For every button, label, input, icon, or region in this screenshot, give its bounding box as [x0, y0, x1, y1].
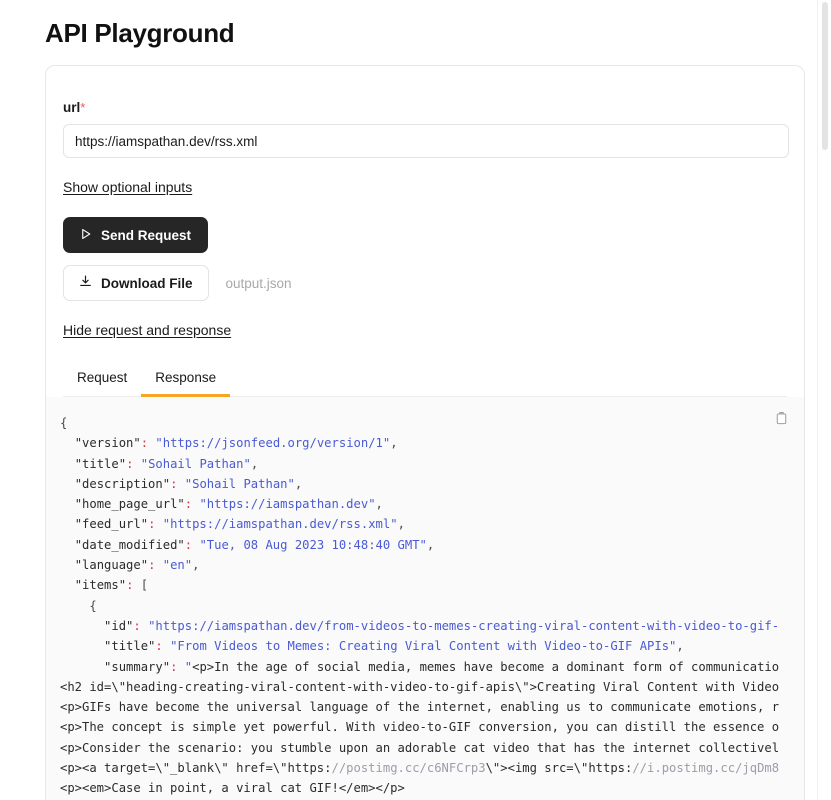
code-token-colon: : [133, 618, 141, 633]
playground-card: url* Show optional inputs Send Request [45, 65, 805, 800]
code-token-punct: , [250, 456, 259, 471]
play-triangle-icon [80, 228, 92, 243]
code-token-str: "Sohail Pathan" [184, 476, 295, 491]
code-token-punct: , [676, 639, 684, 654]
code-token-colon: : [140, 436, 149, 451]
code-token-key: "summary" [104, 659, 171, 674]
code-token-plain: <p>Consider the scenario: you stumble up… [60, 740, 780, 755]
code-token-colon: : [184, 497, 193, 512]
hide-request-response-link[interactable]: Hide request and response [63, 322, 231, 338]
code-token-punct: { [60, 416, 68, 430]
response-json-code: { "version": "https://jsonfeed.org/versi… [46, 397, 804, 800]
code-token-str: "https://jsonfeed.org/version/1" [155, 436, 391, 451]
code-token-punct: { [60, 598, 97, 613]
download-file-label: Download File [101, 275, 193, 291]
code-token-url: //postimg.cc/c6NFCrp3 [331, 761, 486, 776]
code-token-plain: <p><em>Case in point, a viral cat GIF!</… [60, 781, 405, 796]
code-token-plain: <p>In the age of social media, memes hav… [192, 659, 780, 674]
code-token-str: "Sohail Pathan" [140, 456, 251, 471]
code-token-punct: , [397, 517, 405, 532]
code-token-key: "id" [104, 618, 134, 633]
url-input[interactable] [63, 124, 789, 158]
code-token-punct: [ [140, 578, 149, 593]
code-token-plain: <p>GIFs have become the universal langua… [60, 700, 780, 715]
response-code-panel[interactable]: { "version": "https://jsonfeed.org/versi… [46, 397, 804, 800]
download-file-button[interactable]: Download File [63, 265, 209, 301]
download-icon [79, 275, 92, 291]
code-token-key: "title" [104, 639, 156, 654]
code-token-key: "items" [74, 578, 127, 593]
request-response-tabs: Request Response [63, 362, 787, 397]
code-token-str: "https://iamspathan.dev/rss.xml" [162, 517, 398, 532]
code-token-key: "home_page_url" [74, 497, 185, 512]
tab-response[interactable]: Response [141, 362, 231, 397]
send-request-label: Send Request [101, 227, 192, 243]
code-token-url: //i.postimg.cc/jqDm8 [632, 761, 780, 776]
code-token-plain: <h2 id=\"heading-creating-viral-content-… [60, 679, 780, 694]
code-token-punct: , [375, 497, 383, 512]
show-optional-inputs-link[interactable]: Show optional inputs [63, 179, 192, 195]
code-token-str: "en" [162, 558, 193, 573]
required-marker: * [80, 100, 86, 115]
code-token-punct: , [390, 436, 398, 451]
code-token-key: "title" [74, 456, 127, 471]
code-token-str: "Tue, 08 Aug 2023 10:48:40 GMT" [199, 537, 427, 552]
code-token-str: "https://iamspathan.dev/from-videos-to-m… [148, 618, 780, 633]
page-title: API Playground [45, 18, 235, 48]
code-token-key: "description" [74, 476, 171, 491]
code-token-colon: : [155, 639, 163, 654]
page-scrollbar-thumb[interactable] [822, 2, 828, 150]
code-token-key: "date_modified" [74, 537, 185, 552]
code-token-key: "language" [74, 558, 149, 573]
send-request-button[interactable]: Send Request [63, 217, 209, 253]
code-token-plain: <p>The concept is simple yet powerful. W… [60, 720, 780, 735]
code-token-punct: , [426, 537, 435, 552]
clipboard-copy-icon[interactable] [770, 407, 792, 429]
code-token-punct: , [192, 558, 200, 573]
code-token-key: "feed_url" [74, 517, 149, 532]
code-token-str: "From Videos to Memes: Creating Viral Co… [170, 639, 677, 654]
url-field-label: url* [63, 100, 787, 115]
url-label-text: url [63, 100, 81, 115]
code-token-punct: , [294, 476, 303, 491]
code-token-plain: \"><img src=\"https: [485, 761, 633, 776]
output-filename: output.json [225, 275, 292, 291]
code-token-str: "https://iamspathan.dev" [199, 497, 376, 512]
page-scrollbar[interactable] [817, 0, 831, 800]
code-token-str: " [184, 659, 193, 674]
code-token-colon: : [184, 537, 193, 552]
tab-request[interactable]: Request [63, 362, 141, 397]
code-token-plain: <p><a target=\"_blank\" href=\"https: [60, 761, 332, 776]
code-token-key: "version" [74, 436, 141, 451]
api-playground-page: API Playground url* Show optional inputs [0, 0, 831, 800]
